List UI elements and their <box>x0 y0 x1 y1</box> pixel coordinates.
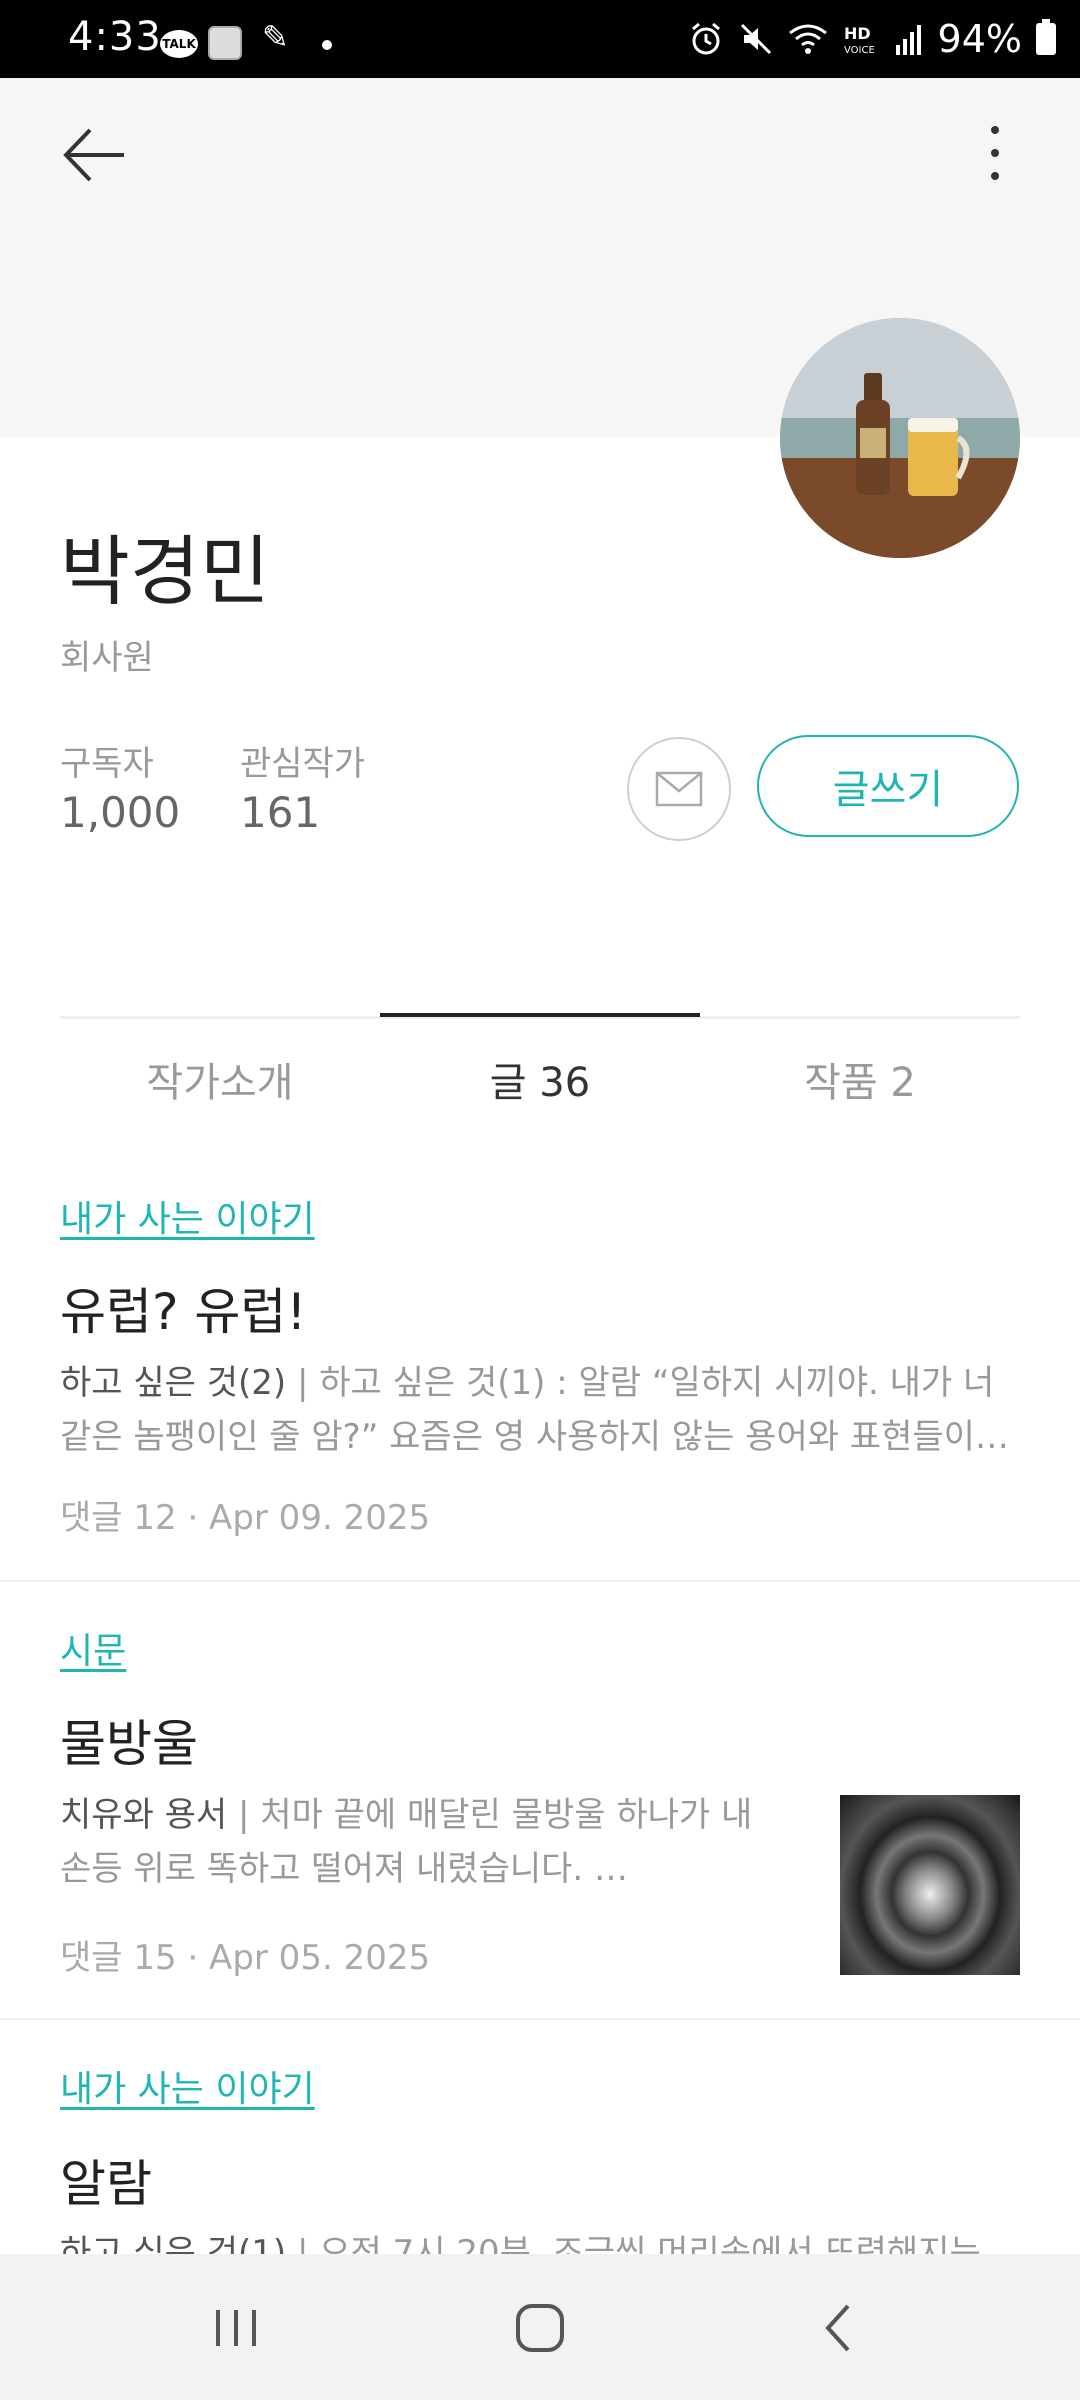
post-meta: 댓글 15 · Apr 05. 2025 <box>60 1938 431 1978</box>
post-category[interactable]: 내가 사는 이야기 <box>60 2060 315 2112</box>
post-excerpt: 하고 싶은 것(2) | 하고 싶은 것(1) : 알람 “일하지 시끼야. 내… <box>60 1356 1020 1464</box>
avatar-photo <box>780 318 1020 558</box>
following-count[interactable]: 161 <box>240 788 320 837</box>
home-icon[interactable] <box>510 2298 570 2358</box>
battery-percent: 94% <box>937 17 1022 61</box>
excerpt-rest: | 하고 싶은 것(1) : 알람 “일하지 시끼야. 내가 너 <box>286 1363 995 1403</box>
post-title[interactable]: 알람 <box>60 2144 152 2216</box>
post-category[interactable]: 내가 사는 이야기 <box>60 1190 315 1242</box>
avatar[interactable] <box>780 318 1020 558</box>
recent-apps-icon[interactable] <box>206 2298 266 2358</box>
tab-posts[interactable]: 글 36 <box>380 1050 700 1108</box>
excerpt-lead: 치유와 용서 <box>60 1795 228 1835</box>
subscribers-label[interactable]: 구독자 <box>60 736 154 785</box>
app-notification-icon <box>208 26 242 60</box>
post-title[interactable]: 유럽? 유럽! <box>60 1272 306 1344</box>
post-category[interactable]: 시문 <box>60 1622 126 1674</box>
svg-text:HD: HD <box>844 24 871 43</box>
signal-icon <box>895 25 921 55</box>
mail-icon <box>655 771 703 807</box>
more-notifications-dot <box>322 40 332 50</box>
post-divider <box>0 2018 1080 2020</box>
following-label[interactable]: 관심작가 <box>240 736 365 785</box>
post-meta: 댓글 12 · Apr 09. 2025 <box>60 1498 431 1538</box>
subscribers-count[interactable]: 1,000 <box>60 788 180 837</box>
alarm-icon <box>691 22 720 55</box>
pen-notification-icon: ✎ <box>262 18 289 56</box>
arrow-left-icon[interactable] <box>60 120 130 190</box>
svg-text:VOICE: VOICE <box>844 45 875 56</box>
message-button[interactable] <box>627 737 731 841</box>
tab-author-intro[interactable]: 작가소개 <box>60 1050 380 1108</box>
wifi-icon <box>788 24 827 54</box>
excerpt-line2: 손등 위로 똑하고 떨어져 내렸습니다. … <box>60 1849 629 1889</box>
excerpt-lead: 하고 싶은 것(2) <box>60 1363 287 1403</box>
tab-works[interactable]: 작품 2 <box>700 1050 1020 1108</box>
back-chevron-icon[interactable] <box>810 2298 870 2358</box>
hd-voice-icon: HD VOICE <box>844 24 875 56</box>
post-thumbnail[interactable] <box>840 1795 1020 1975</box>
write-button[interactable]: 글쓰기 <box>757 735 1019 837</box>
mute-icon <box>740 23 771 55</box>
battery-icon <box>1036 19 1056 55</box>
talk-notification-icon: TALK <box>160 30 198 58</box>
tab-active-indicator <box>380 1013 700 1017</box>
status-time: 4:33 <box>68 14 162 60</box>
excerpt-line2: 같은 놈팽이인 줄 암?” 요즘은 영 사용하지 않는 용어와 표현들이… <box>60 1417 1009 1457</box>
post-title[interactable]: 물방울 <box>60 1704 198 1776</box>
status-bar: 4:33 TALK ✎ HD VOICE 94% <box>0 0 1080 78</box>
profile-job: 회사원 <box>60 638 154 678</box>
post-divider <box>0 1580 1080 1582</box>
status-right-icons: HD VOICE 94% <box>688 12 1056 66</box>
excerpt-rest: | 처마 끝에 매달린 물방울 하나가 내 <box>227 1795 753 1835</box>
profile-name: 박경민 <box>60 527 270 616</box>
post-excerpt: 치유와 용서 | 처마 끝에 매달린 물방울 하나가 내 손등 위로 똑하고 떨… <box>60 1788 820 1896</box>
system-nav-bar <box>0 2254 1080 2400</box>
more-vertical-icon[interactable] <box>960 118 1030 188</box>
